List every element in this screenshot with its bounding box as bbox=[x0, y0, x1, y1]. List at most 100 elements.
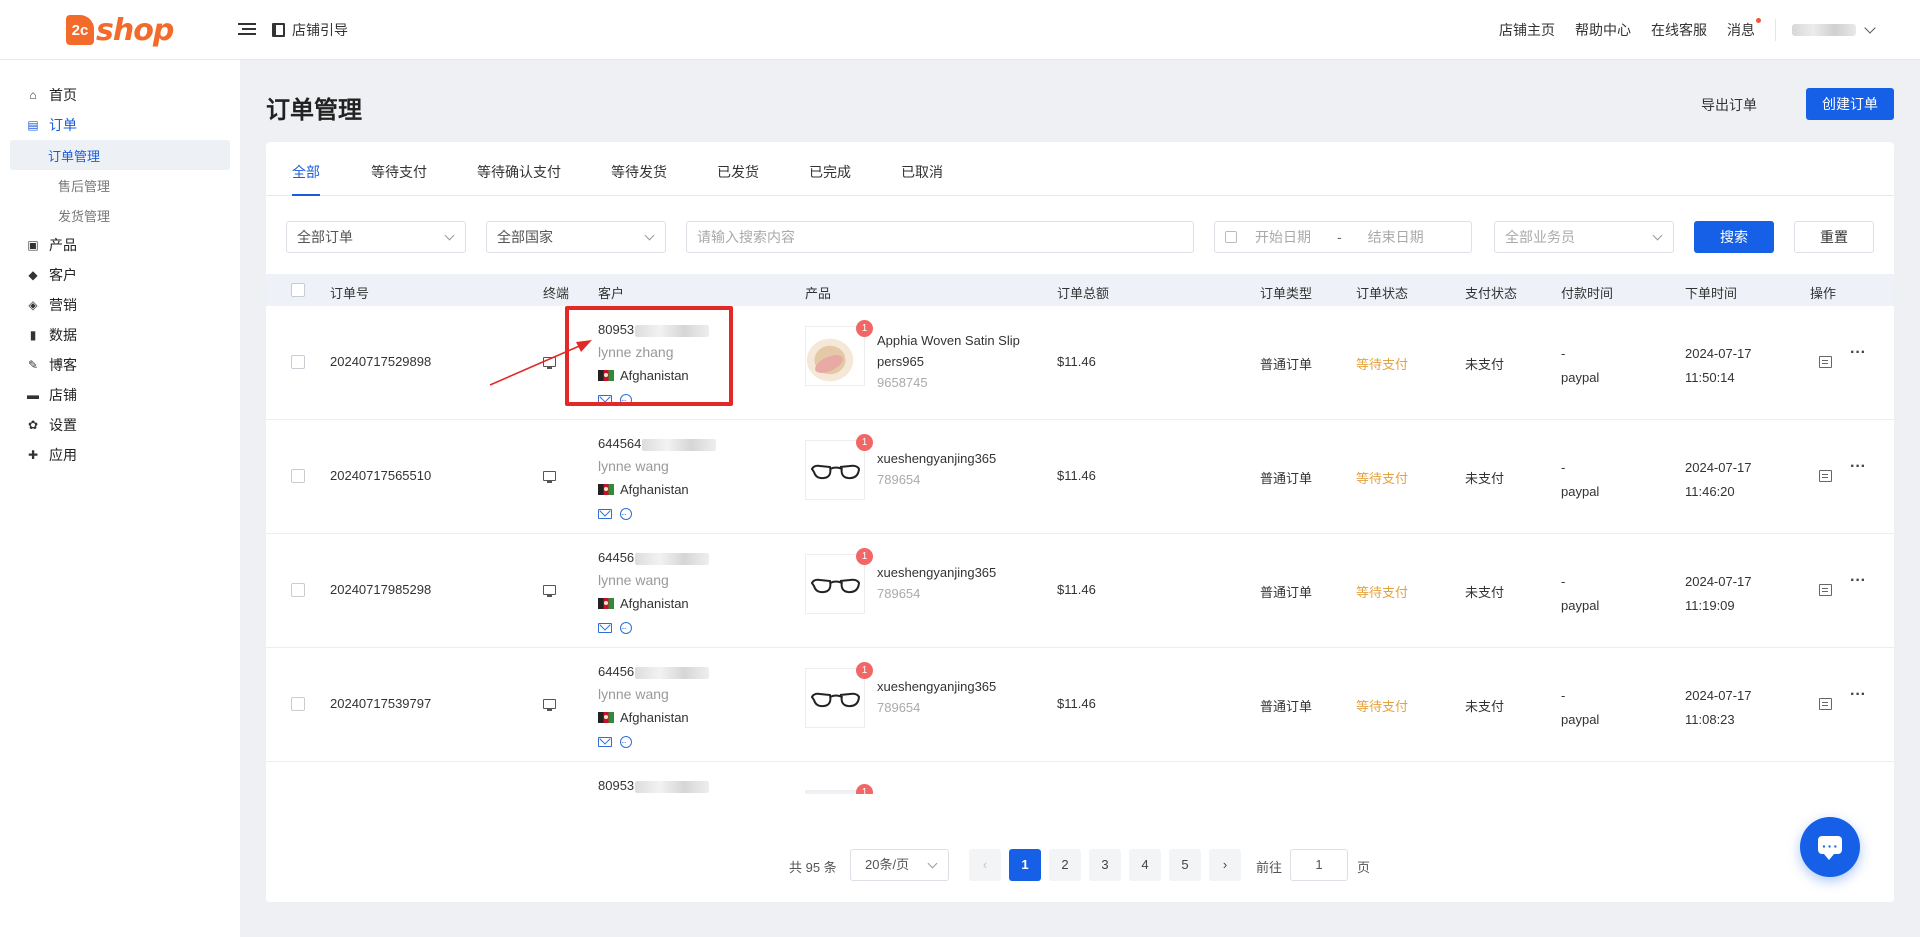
sidebar-item-settings[interactable]: ✿ 设置 bbox=[0, 410, 240, 440]
help-center-link[interactable]: 帮助中心 bbox=[1575, 20, 1631, 40]
tab-shipped[interactable]: 已发货 bbox=[717, 162, 759, 196]
order-number[interactable]: 20240717985298 bbox=[330, 582, 431, 597]
select-all-checkbox[interactable] bbox=[291, 283, 305, 297]
page-button-4[interactable]: 4 bbox=[1129, 849, 1161, 881]
messages-link[interactable]: 消息 bbox=[1727, 18, 1761, 40]
order-clock: 11:46:20 bbox=[1685, 484, 1735, 499]
store-guide-link[interactable]: 店铺引导 bbox=[272, 20, 348, 40]
order-time: 2024-07-17 11:50:14 bbox=[1685, 342, 1752, 390]
payment-status: 未支付 bbox=[1465, 699, 1505, 714]
chat-icon[interactable] bbox=[620, 503, 632, 526]
row-checkbox[interactable] bbox=[291, 355, 305, 369]
detail-icon[interactable] bbox=[1819, 584, 1832, 596]
customer-id[interactable]: 80953 bbox=[598, 322, 634, 337]
online-service-link[interactable]: 在线客服 bbox=[1651, 20, 1707, 40]
product-image[interactable] bbox=[805, 554, 865, 614]
create-order-button[interactable]: 创建订单 bbox=[1806, 88, 1894, 120]
order-type: 普通订单 bbox=[1260, 585, 1313, 600]
table-row[interactable]: 20240717985298 64456 lynne wang Afghanis… bbox=[266, 534, 1894, 648]
start-date-input[interactable]: 开始日期 bbox=[1255, 227, 1311, 247]
prev-page-button[interactable]: ‹ bbox=[969, 849, 1001, 881]
date-range-picker[interactable]: 开始日期 - 结束日期 bbox=[1214, 221, 1472, 253]
more-icon[interactable]: ··· bbox=[1850, 458, 1866, 476]
sidebar-subitem-shipping[interactable]: 发货管理 bbox=[10, 200, 230, 230]
more-icon[interactable]: ··· bbox=[1850, 344, 1866, 362]
detail-icon[interactable] bbox=[1819, 470, 1832, 482]
chat-icon[interactable] bbox=[620, 617, 632, 640]
page-button-3[interactable]: 3 bbox=[1089, 849, 1121, 881]
sidebar-item-apps[interactable]: ✚ 应用 bbox=[0, 440, 240, 470]
sidebar-item-orders[interactable]: ▤ 订单 bbox=[0, 110, 240, 140]
sidebar-subitem-order-management[interactable]: 订单管理 bbox=[10, 140, 230, 170]
tab-awaiting-confirmation[interactable]: 等待确认支付 bbox=[477, 162, 561, 196]
mail-icon[interactable] bbox=[598, 508, 612, 519]
detail-icon[interactable] bbox=[1819, 356, 1832, 368]
row-checkbox[interactable] bbox=[291, 469, 305, 483]
order-number[interactable]: 20240717565510 bbox=[330, 468, 431, 483]
mail-icon[interactable] bbox=[598, 394, 612, 405]
customer-id[interactable]: 80953 bbox=[598, 778, 634, 793]
row-checkbox[interactable] bbox=[291, 697, 305, 711]
product-name[interactable]: xueshengyanjing365 bbox=[877, 676, 996, 697]
sidebar-item-store[interactable]: ▬ 店铺 bbox=[0, 380, 240, 410]
tab-awaiting-shipment[interactable]: 等待发货 bbox=[611, 162, 667, 196]
export-orders-button[interactable]: 导出订单 bbox=[1701, 89, 1757, 121]
menu-toggle-icon[interactable] bbox=[238, 20, 256, 40]
page-size-select[interactable]: 20条/页 bbox=[850, 849, 949, 881]
next-page-button[interactable]: › bbox=[1209, 849, 1241, 881]
chevron-down-icon[interactable] bbox=[1864, 22, 1876, 34]
store-home-link[interactable]: 店铺主页 bbox=[1499, 20, 1555, 40]
mail-icon[interactable] bbox=[598, 622, 612, 633]
customer-id[interactable]: 64456 bbox=[598, 664, 634, 679]
sidebar-item-products[interactable]: ▣ 产品 bbox=[0, 230, 240, 260]
page-button-1[interactable]: 1 bbox=[1009, 849, 1041, 881]
goto-page-input[interactable]: 1 bbox=[1290, 849, 1348, 881]
sidebar-item-marketing[interactable]: ◈ 营销 bbox=[0, 290, 240, 320]
more-icon[interactable]: ··· bbox=[1850, 686, 1866, 704]
chat-icon[interactable] bbox=[620, 389, 632, 412]
customer-id[interactable]: 64456 bbox=[598, 550, 634, 565]
tab-all[interactable]: 全部 bbox=[292, 162, 320, 196]
mail-icon[interactable] bbox=[598, 736, 612, 747]
order-number[interactable]: 20240717539797 bbox=[330, 696, 431, 711]
detail-icon[interactable] bbox=[1819, 698, 1832, 710]
product-name[interactable]: xueshengyanjing365 bbox=[877, 562, 996, 583]
tab-cancelled[interactable]: 已取消 bbox=[901, 162, 943, 196]
product-image[interactable] bbox=[805, 668, 865, 728]
country-select[interactable]: 全部国家 bbox=[486, 221, 666, 253]
search-button[interactable]: 搜索 bbox=[1694, 221, 1774, 253]
product-image[interactable] bbox=[805, 326, 865, 386]
row-checkbox[interactable] bbox=[291, 583, 305, 597]
customer-cell: 64456 lynne wang Afghanistan bbox=[598, 660, 710, 754]
sidebar-item-data[interactable]: ▮ 数据 bbox=[0, 320, 240, 350]
salesperson-select[interactable]: 全部业务员 bbox=[1494, 221, 1674, 253]
logo[interactable]: 2c shop bbox=[66, 10, 174, 50]
table-row[interactable]: 80953 1 bbox=[266, 762, 1894, 794]
order-type-select[interactable]: 全部订单 bbox=[286, 221, 466, 253]
reset-button[interactable]: 重置 bbox=[1794, 221, 1874, 253]
customer-id[interactable]: 644564 bbox=[598, 436, 641, 451]
sidebar-subitem-after-sales[interactable]: 售后管理 bbox=[10, 170, 230, 200]
table-row[interactable]: 20240717529898 80953 lynne zhang Afghani… bbox=[266, 306, 1894, 420]
end-date-input[interactable]: 结束日期 bbox=[1368, 227, 1424, 247]
page-button-5[interactable]: 5 bbox=[1169, 849, 1201, 881]
search-input[interactable]: 请输入搜索内容 bbox=[686, 221, 1194, 253]
puzzle-icon: ✚ bbox=[27, 448, 39, 462]
sidebar-item-blog[interactable]: ✎ 博客 bbox=[0, 350, 240, 380]
page-button-2[interactable]: 2 bbox=[1049, 849, 1081, 881]
more-icon[interactable]: ··· bbox=[1850, 572, 1866, 590]
chat-support-button[interactable]: ··· bbox=[1800, 817, 1860, 877]
sidebar-item-customers[interactable]: ◆ 客户 bbox=[0, 260, 240, 290]
table-row[interactable]: 20240717539797 64456 lynne wang Afghanis… bbox=[266, 648, 1894, 762]
product-name[interactable]: Apphia Woven Satin Slip bbox=[877, 330, 1037, 351]
table-row[interactable]: 20240717565510 644564 lynne wang Afghani… bbox=[266, 420, 1894, 534]
tab-completed[interactable]: 已完成 bbox=[809, 162, 851, 196]
product-image[interactable] bbox=[805, 440, 865, 500]
tab-awaiting-payment[interactable]: 等待支付 bbox=[371, 162, 427, 196]
order-number[interactable]: 20240717529898 bbox=[330, 354, 431, 369]
sidebar-item-home[interactable]: ⌂ 首页 bbox=[0, 80, 240, 110]
chat-icon[interactable] bbox=[620, 731, 632, 754]
product-name[interactable]: xueshengyanjing365 bbox=[877, 448, 996, 469]
user-name-redacted[interactable] bbox=[1792, 24, 1856, 36]
customer-country: Afghanistan bbox=[620, 596, 689, 611]
